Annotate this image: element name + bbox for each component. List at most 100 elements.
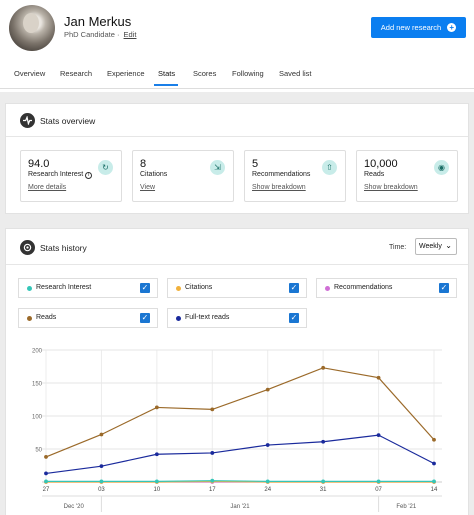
stats-history-title: Stats history (40, 243, 87, 253)
stats-history-chart: 50 100 150 200 27 03 10 17 24 31 07 14 Dec '20 Jan '2… (32, 349, 442, 512)
legend-label: Citations (185, 284, 213, 291)
month-label: Feb '21 (396, 504, 416, 510)
x-tick-label: 27 (43, 487, 50, 493)
tab-overview[interactable]: Overview (14, 69, 45, 78)
month-label: Jan '21 (230, 504, 250, 510)
data-point (321, 479, 326, 484)
active-tab-indicator (154, 84, 178, 86)
time-period-value: Weekly (419, 243, 442, 250)
checkbox-checked-icon[interactable]: ✓ (439, 283, 449, 293)
avatar[interactable] (9, 5, 55, 51)
data-point (432, 461, 436, 466)
data-point (44, 471, 48, 476)
x-tick-label: 10 (154, 487, 161, 493)
stat-value: 5 (252, 158, 259, 170)
checkbox-checked-icon[interactable]: ✓ (140, 313, 150, 323)
stats-overview-header: Stats overview (6, 104, 468, 137)
y-tick-label: 50 (35, 448, 42, 454)
legend-citations[interactable]: Citations ✓ (167, 278, 307, 298)
activity-icon (20, 113, 35, 128)
data-point (210, 451, 215, 455)
legend-research-interest[interactable]: Research Interest ✓ (18, 278, 158, 298)
data-point (44, 479, 48, 484)
checkbox-checked-icon[interactable]: ✓ (289, 313, 299, 323)
data-point (432, 479, 436, 484)
profile-role-text: PhD Candidate · (64, 30, 122, 39)
x-tick-label: 24 (264, 487, 271, 493)
month-label: Dec '20 (64, 504, 85, 510)
chevron-down-icon: ⌄ (445, 241, 452, 250)
plus-icon: + (447, 23, 457, 32)
legend-dot (27, 286, 32, 291)
checkbox-checked-icon[interactable]: ✓ (289, 283, 299, 293)
time-period-select[interactable]: Weekly ⌄ (415, 238, 457, 255)
info-icon[interactable]: i (85, 172, 93, 179)
stat-card-reads: 10,000 Reads Show breakdown ◉ (356, 150, 458, 202)
edit-link[interactable]: Edit (124, 30, 137, 39)
profile-header: Jan Merkus PhD Candidate · Edit Add new … (0, 0, 474, 92)
series-line (45, 367, 435, 458)
series-line (45, 434, 435, 475)
y-tick-label: 100 (32, 415, 43, 421)
x-tick-label: 07 (375, 487, 382, 493)
legend-full-text-reads[interactable]: Full-text reads ✓ (167, 308, 307, 328)
legend-reads[interactable]: Reads ✓ (18, 308, 158, 328)
recommendation-icon: ⇧ (322, 160, 337, 175)
citation-icon: ⇲ (210, 160, 225, 175)
x-tick-label: 17 (209, 487, 216, 493)
stat-label: Research Interest i (28, 171, 93, 179)
more-details-link[interactable]: More details (28, 184, 66, 191)
legend-recommendations[interactable]: Recommendations ✓ (316, 278, 457, 298)
tab-saved-list[interactable]: Saved list (279, 69, 312, 78)
x-tick-label: 31 (320, 487, 327, 493)
legend-dot (176, 286, 181, 291)
data-point (210, 478, 215, 483)
x-tick-label: 03 (98, 487, 105, 493)
stat-label-text: Research Interest (28, 171, 84, 178)
stat-card-recommendations: 5 Recommendations Show breakdown ⇧ (244, 150, 346, 202)
show-breakdown-link[interactable]: Show breakdown (364, 184, 418, 191)
legend-label: Recommendations (334, 284, 393, 291)
data-point (99, 432, 104, 437)
legend-label: Research Interest (36, 284, 92, 291)
show-breakdown-link[interactable]: Show breakdown (252, 184, 306, 191)
profile-name: Jan Merkus (64, 14, 132, 29)
data-point (376, 433, 381, 438)
data-point (265, 387, 270, 392)
x-tick-label: 14 (431, 487, 438, 493)
tab-experience[interactable]: Experience (107, 69, 145, 78)
data-point (432, 437, 436, 442)
history-icon (20, 240, 35, 255)
data-point (154, 452, 159, 457)
legend-dot (325, 286, 330, 291)
series-line (46, 480, 434, 482)
research-interest-icon: ↻ (98, 160, 113, 175)
data-point (154, 405, 159, 410)
y-tick-label: 150 (32, 382, 43, 388)
data-point (376, 375, 381, 380)
data-point (321, 439, 326, 444)
checkbox-checked-icon[interactable]: ✓ (140, 283, 150, 293)
profile-tabs: Overview Research Experience Stats Score… (0, 60, 474, 88)
view-link[interactable]: View (140, 184, 155, 191)
tab-research[interactable]: Research (60, 69, 92, 78)
tab-scores[interactable]: Scores (193, 69, 216, 78)
y-tick-label: 200 (32, 349, 43, 355)
stat-card-citations: 8 Citations View ⇲ (132, 150, 234, 202)
stat-label: Citations (140, 171, 168, 178)
data-point (154, 479, 159, 484)
legend-dot (27, 316, 32, 321)
profile-role: PhD Candidate · Edit (64, 30, 136, 39)
stat-card-research-interest: 94.0 Research Interest i More details ↻ (20, 150, 122, 202)
legend-label: Full-text reads (185, 314, 230, 321)
stat-value: 94.0 (28, 158, 50, 170)
time-label: Time: (389, 244, 407, 251)
add-new-research-button[interactable]: Add new research + (371, 17, 466, 38)
add-research-label: Add new research (380, 23, 442, 32)
tab-stats[interactable]: Stats (158, 69, 175, 78)
stat-value: 8 (140, 158, 147, 170)
data-point (210, 407, 215, 412)
tab-following[interactable]: Following (232, 69, 264, 78)
data-point (44, 455, 48, 459)
data-point (321, 365, 326, 370)
